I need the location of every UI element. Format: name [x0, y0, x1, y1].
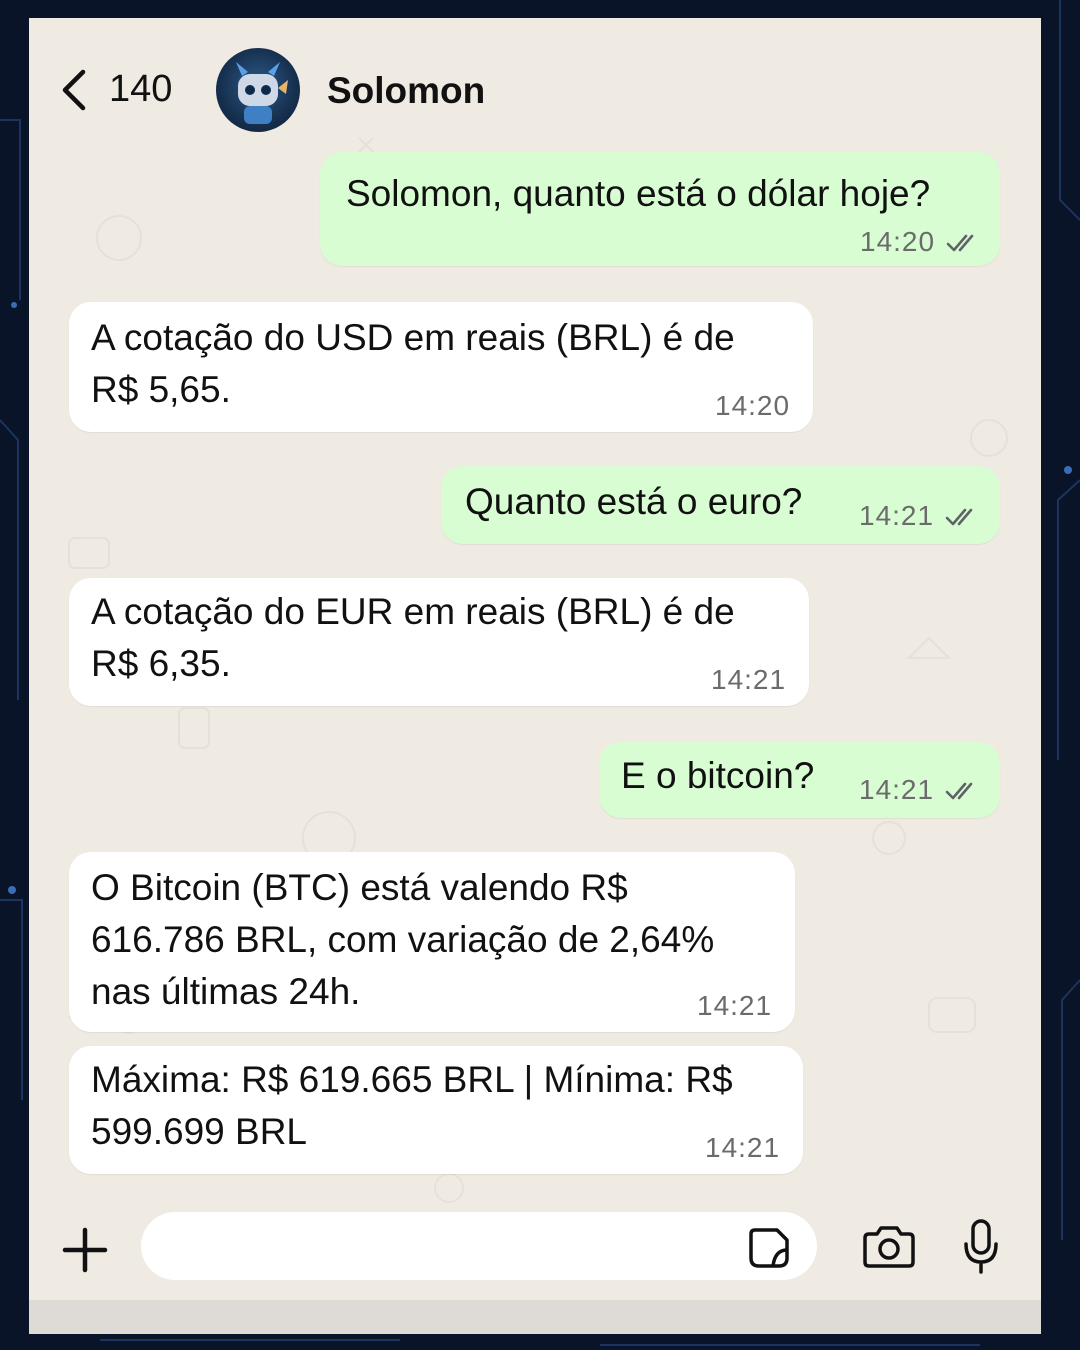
contact-name[interactable]: Solomon [327, 70, 485, 112]
unread-count[interactable]: 140 [109, 68, 172, 111]
camera-icon[interactable] [861, 1224, 917, 1270]
contact-avatar[interactable] [216, 48, 300, 132]
plus-icon[interactable] [61, 1226, 109, 1274]
chat-header: 140 Solomon [29, 18, 1041, 158]
message-text: Solomon, quanto está o dólar hoje? [346, 173, 931, 214]
microphone-icon[interactable] [961, 1218, 1001, 1276]
robot-avatar-icon [236, 62, 288, 124]
back-chevron-icon[interactable] [55, 66, 95, 114]
message-bubble-incoming[interactable]: Máxima: R$ 619.665 BRL | Mínima: R$ 599.… [69, 1046, 803, 1174]
message-input[interactable] [141, 1212, 817, 1280]
message-time: 14:21 [859, 774, 935, 805]
home-indicator-area [29, 1300, 1041, 1334]
message-text: Máxima: R$ 619.665 BRL | Mínima: R$ 599.… [91, 1059, 733, 1152]
message-bubble-outgoing[interactable]: Solomon, quanto está o dólar hoje? 14:20 [320, 152, 1000, 266]
chat-screen: 140 Solomon Solomon, quanto está o dólar… [29, 18, 1041, 1334]
message-bubble-incoming[interactable]: A cotação do USD em reais (BRL) é de R$ … [69, 302, 813, 432]
message-bubble-outgoing[interactable]: Quanto está o euro? 14:21 [441, 466, 1000, 544]
message-time: 14:20 [715, 390, 791, 421]
sticker-icon[interactable] [747, 1226, 791, 1270]
message-time: 14:21 [705, 1132, 781, 1163]
message-bubble-incoming[interactable]: A cotação do EUR em reais (BRL) é de R$ … [69, 578, 809, 706]
message-text: E o bitcoin? [621, 755, 815, 796]
message-time: 14:21 [697, 990, 773, 1021]
message-text: A cotação do EUR em reais (BRL) é de R$ … [91, 591, 735, 684]
message-bubble-incoming[interactable]: O Bitcoin (BTC) está valendo R$ 616.786 … [69, 852, 795, 1032]
message-time: 14:21 [711, 664, 787, 695]
message-text: O Bitcoin (BTC) está valendo R$ 616.786 … [91, 867, 715, 1012]
message-time: 14:21 [859, 500, 935, 531]
read-receipt-icon [945, 508, 973, 526]
message-bubble-outgoing[interactable]: E o bitcoin? 14:21 [599, 742, 1000, 818]
message-time: 14:20 [860, 226, 936, 257]
read-receipt-icon [946, 234, 974, 252]
message-text: A cotação do USD em reais (BRL) é de R$ … [91, 317, 735, 410]
read-receipt-icon [945, 782, 973, 800]
message-text: Quanto está o euro? [465, 481, 803, 522]
